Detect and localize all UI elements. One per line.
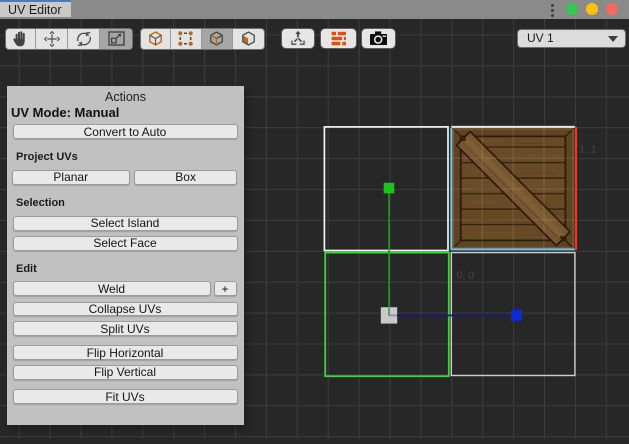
- svg-text:1, 1: 1, 1: [579, 144, 597, 156]
- svg-text:0, 0: 0, 0: [457, 270, 475, 282]
